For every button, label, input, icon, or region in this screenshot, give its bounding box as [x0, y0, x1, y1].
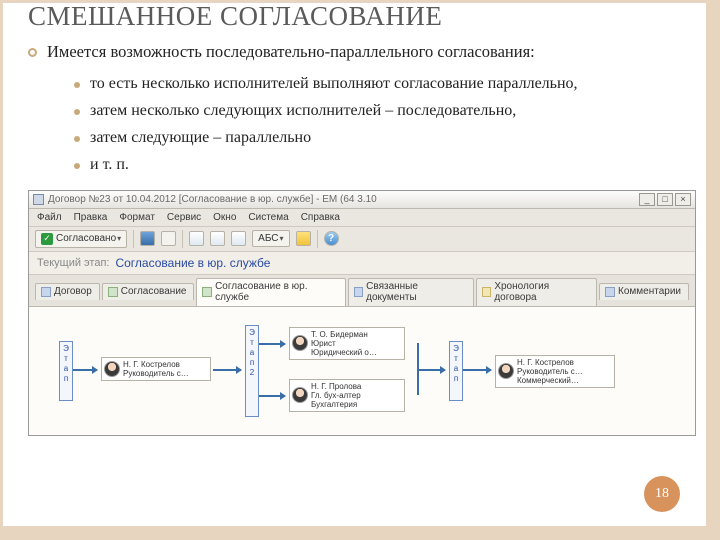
- arrow-icon: [417, 369, 445, 371]
- list-item: затем следующие – параллельно: [74, 128, 690, 149]
- arrow-icon: [463, 369, 491, 371]
- stage-bar: Текущий этап: Согласование в юр. службе: [29, 252, 695, 275]
- menu-system[interactable]: Система: [248, 212, 288, 223]
- list-item: то есть несколько исполнителей выполняют…: [74, 74, 690, 95]
- person-name: Т. О. Бидерман: [311, 330, 377, 339]
- menu-file[interactable]: Файл: [37, 212, 62, 223]
- person-role: Руководитель с…: [123, 369, 189, 378]
- toolbar-separator: [133, 230, 134, 248]
- person-card-4[interactable]: Н. Г. КостреловРуководитель с…Коммерческ…: [495, 355, 615, 388]
- doc-icon[interactable]: [189, 231, 204, 246]
- menu-help[interactable]: Справка: [301, 212, 340, 223]
- slide-title: СМЕШАННОЕ СОГЛАСОВАНИЕ: [28, 2, 690, 32]
- toolbar-separator: [317, 230, 318, 248]
- tab-bar: Договор Согласование Согласование в юр. …: [29, 275, 695, 307]
- tab-icon: [108, 287, 118, 297]
- app-icon: [33, 194, 44, 205]
- save-icon[interactable]: [140, 231, 155, 246]
- toolbar: ✓ Согласовано ▾ АБС ▾: [29, 227, 695, 252]
- menubar: Файл Правка Формат Сервис Окно Система С…: [29, 209, 695, 227]
- arrow-icon: [73, 369, 97, 371]
- check-icon: ✓: [41, 233, 53, 245]
- menu-window[interactable]: Окно: [213, 212, 236, 223]
- person-dept: Бухгалтерия: [311, 400, 361, 409]
- sl: Э: [60, 344, 72, 354]
- stage-value: Согласование в юр. службе: [115, 256, 270, 270]
- page-number: 18: [655, 486, 669, 502]
- tab-label: Согласование в юр. службе: [215, 281, 337, 303]
- avatar-icon: [104, 361, 120, 377]
- abc-label: АБС: [258, 233, 278, 244]
- tab-icon: [354, 287, 364, 297]
- tab-icon: [41, 287, 51, 297]
- close-button[interactable]: ×: [675, 193, 691, 206]
- bullet-ring-icon: [28, 48, 37, 57]
- person-role: Юрист: [311, 339, 377, 348]
- slide-border-bottom: [0, 526, 720, 540]
- person-dept: Юридический о…: [311, 348, 377, 357]
- arrow-icon: [213, 369, 241, 371]
- person-name: Н. Г. Кострелов: [517, 358, 583, 367]
- tab-related-docs[interactable]: Связанные документы: [348, 278, 474, 306]
- list-item: и т. п.: [74, 155, 690, 176]
- slide-border-left: [0, 0, 3, 540]
- tab-history[interactable]: Хронология договора: [476, 278, 597, 306]
- doc3-icon[interactable]: [231, 231, 246, 246]
- bullet-list: то есть несколько исполнителей выполняют…: [74, 74, 690, 175]
- avatar-icon: [498, 363, 514, 379]
- tab-label: Связанные документы: [366, 281, 466, 303]
- arrow-icon: [259, 395, 285, 397]
- star-icon[interactable]: [296, 231, 311, 246]
- menu-edit[interactable]: Правка: [74, 212, 108, 223]
- tab-label: Хронология договора: [494, 281, 589, 303]
- titlebar[interactable]: Договор №23 от 10.04.2012 [Согласование …: [29, 191, 695, 209]
- avatar-icon: [292, 335, 308, 351]
- page-number-badge: 18: [644, 476, 680, 512]
- person-name: Н. Г. Пролова: [311, 382, 361, 391]
- chevron-down-icon: ▾: [280, 234, 284, 243]
- app-window: Договор №23 от 10.04.2012 [Согласование …: [28, 190, 696, 436]
- minimize-button[interactable]: _: [639, 193, 655, 206]
- person-card-1[interactable]: Н. Г. КостреловРуководитель с…: [101, 357, 211, 381]
- tab-contract[interactable]: Договор: [35, 283, 100, 300]
- stage-box-1[interactable]: Этап: [59, 341, 73, 401]
- stage-label: Текущий этап:: [37, 257, 109, 269]
- slide-lead: Имеется возможность последовательно-пара…: [47, 42, 535, 63]
- person-card-2[interactable]: Т. О. БидерманЮристЮридический о…: [289, 327, 405, 360]
- menu-service[interactable]: Сервис: [167, 212, 201, 223]
- person-card-3[interactable]: Н. Г. ПроловаГл. бух-алтерБухгалтерия: [289, 379, 405, 412]
- tab-approval[interactable]: Согласование: [102, 283, 195, 300]
- person-role: Гл. бух-алтер: [311, 391, 361, 400]
- tab-icon: [605, 287, 615, 297]
- tab-comments[interactable]: Комментарии: [599, 283, 689, 300]
- slide-border-right: [706, 0, 720, 540]
- stage-box-3[interactable]: Этап: [449, 341, 463, 401]
- person-dept: Коммерческий…: [517, 376, 583, 385]
- approved-button[interactable]: ✓ Согласовано ▾: [35, 230, 127, 248]
- print-icon[interactable]: [161, 231, 176, 246]
- person-role: Руководитель с…: [517, 367, 583, 376]
- titlebar-text: Договор №23 от 10.04.2012 [Согласование …: [48, 194, 377, 205]
- tab-label: Комментарии: [618, 286, 681, 297]
- stage-box-2[interactable]: Этап2: [245, 325, 259, 417]
- maximize-button[interactable]: □: [657, 193, 673, 206]
- menu-format[interactable]: Формат: [119, 212, 155, 223]
- doc2-icon[interactable]: [210, 231, 225, 246]
- abc-button[interactable]: АБС ▾: [252, 230, 289, 247]
- person-name: Н. Г. Кострелов: [123, 360, 189, 369]
- tab-label: Договор: [54, 286, 92, 297]
- tab-icon: [202, 287, 212, 297]
- toolbar-separator: [182, 230, 183, 248]
- arrow-icon: [259, 343, 285, 345]
- avatar-icon: [292, 387, 308, 403]
- tab-label: Согласование: [121, 286, 187, 297]
- tab-icon: [482, 287, 492, 297]
- approved-label: Согласовано: [56, 233, 116, 244]
- help-icon[interactable]: [324, 231, 339, 246]
- chevron-down-icon: ▾: [117, 234, 121, 243]
- list-item: затем несколько следующих исполнителей –…: [74, 101, 690, 122]
- tab-legal-approval[interactable]: Согласование в юр. службе: [196, 278, 345, 306]
- workflow-canvas[interactable]: Этап Н. Г. КостреловРуководитель с… Этап…: [29, 307, 695, 435]
